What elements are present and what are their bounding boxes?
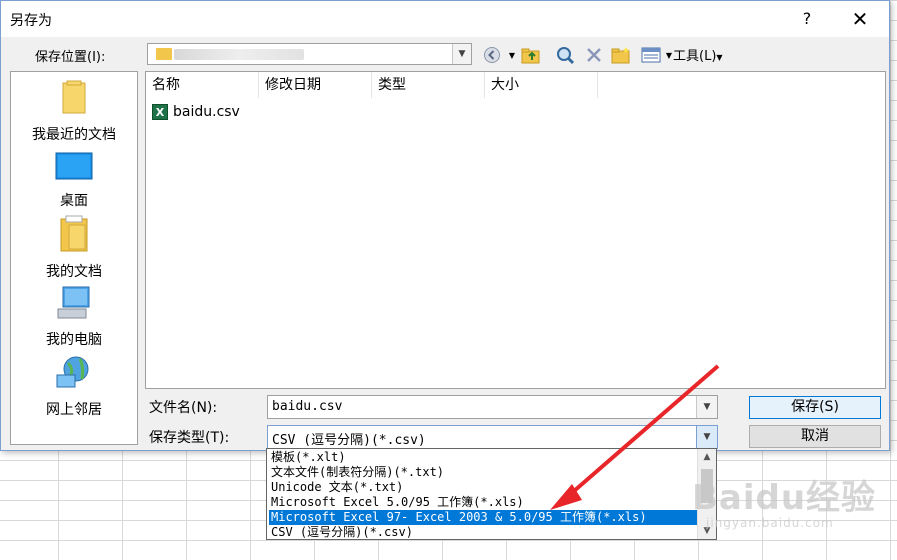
chevron-down-icon[interactable]: ▼ bbox=[696, 426, 717, 448]
cancel-button[interactable]: 取消 bbox=[749, 425, 881, 448]
filetype-dropdown-list: 模板(*.xlt) 文本文件(制表符分隔)(*.txt) Unicode 文本(… bbox=[266, 448, 717, 540]
title-bar: 另存为 ? ✕ bbox=[1, 1, 889, 37]
help-button[interactable]: ? bbox=[791, 5, 823, 33]
filetype-option[interactable]: Unicode 文本(*.txt) bbox=[269, 480, 407, 495]
column-header-type[interactable]: 类型 bbox=[372, 72, 485, 98]
filename-label: 文件名(N): bbox=[149, 400, 218, 416]
new-folder-icon[interactable] bbox=[609, 45, 633, 65]
place-label: 网上邻居 bbox=[46, 402, 102, 418]
filetype-option[interactable]: CSV (逗号分隔)(*.csv) bbox=[269, 525, 417, 539]
filetype-option[interactable]: 模板(*.xlt) bbox=[269, 450, 350, 465]
place-desktop[interactable]: 桌面 bbox=[11, 152, 137, 210]
place-label: 我最近的文档 bbox=[32, 127, 116, 143]
delete-icon[interactable] bbox=[583, 45, 605, 65]
file-row[interactable]: X baidu.csv bbox=[152, 104, 240, 120]
file-list[interactable]: 名称 修改日期 类型 大小 X baidu.csv bbox=[145, 71, 886, 389]
file-name: baidu.csv bbox=[173, 104, 240, 120]
tools-menu[interactable]: 工具(L)▼ bbox=[673, 45, 723, 64]
place-network[interactable]: 网上邻居 bbox=[11, 355, 137, 419]
filetype-select[interactable]: CSV (逗号分隔)(*.csv) ▼ bbox=[267, 425, 718, 449]
chevron-down-icon[interactable]: ▼ bbox=[452, 44, 471, 64]
save-location-combo[interactable]: ▼ bbox=[147, 43, 472, 65]
save-button[interactable]: 保存(S) bbox=[749, 396, 881, 419]
baidu-watermark: Baidu经验 jingyan.baidu.com bbox=[692, 470, 892, 540]
documents-folder-icon bbox=[60, 215, 88, 252]
filetype-label: 保存类型(T): bbox=[149, 430, 230, 446]
filetype-option[interactable]: 文本文件(制表符分隔)(*.txt) bbox=[269, 465, 448, 480]
back-icon[interactable] bbox=[481, 45, 503, 65]
views-dropdown-icon[interactable]: ▼ bbox=[665, 45, 673, 65]
views-icon[interactable] bbox=[639, 45, 663, 65]
column-header-modified[interactable]: 修改日期 bbox=[259, 72, 372, 98]
filename-input[interactable]: baidu.csv ▼ bbox=[267, 395, 718, 419]
back-dropdown-icon[interactable]: ▼ bbox=[507, 45, 517, 65]
filetype-value: CSV (逗号分隔)(*.csv) bbox=[272, 433, 426, 448]
column-header-size[interactable]: 大小 bbox=[485, 72, 598, 98]
network-icon bbox=[56, 356, 89, 388]
place-label: 桌面 bbox=[60, 193, 88, 209]
place-label: 我的电脑 bbox=[46, 332, 102, 348]
place-computer[interactable]: 我的电脑 bbox=[11, 285, 137, 349]
chevron-down-icon[interactable]: ▼ bbox=[696, 396, 717, 418]
column-header-name[interactable]: 名称 bbox=[146, 72, 259, 98]
close-button[interactable]: ✕ bbox=[844, 5, 876, 33]
computer-icon bbox=[57, 286, 90, 319]
excel-csv-icon: X bbox=[152, 104, 168, 120]
dialog-title: 另存为 bbox=[10, 13, 52, 29]
save-location-label: 保存位置(I): bbox=[35, 50, 106, 65]
filename-value: baidu.csv bbox=[272, 399, 343, 414]
tools-dropdown-icon: ▼ bbox=[716, 53, 723, 62]
places-bar: 我最近的文档 桌面 我的文档 我的电脑 网上邻居 bbox=[10, 71, 138, 445]
watermark-text: Baidu经验 bbox=[692, 478, 877, 518]
filetype-option[interactable]: Microsoft Excel 5.0/95 工作簿(*.xls) bbox=[269, 495, 528, 510]
place-documents[interactable]: 我的文档 bbox=[11, 215, 137, 281]
watermark-url: jingyan.baidu.com bbox=[706, 516, 834, 530]
recent-folder-icon bbox=[62, 80, 86, 114]
place-recent[interactable]: 我最近的文档 bbox=[11, 80, 137, 144]
location-path-blurred bbox=[174, 49, 304, 60]
tools-menu-label: 工具(L) bbox=[673, 49, 717, 64]
search-web-icon[interactable] bbox=[553, 45, 577, 65]
desktop-icon bbox=[55, 152, 93, 180]
filetype-option-selected[interactable]: Microsoft Excel 97- Excel 2003 & 5.0/95 … bbox=[269, 510, 697, 525]
save-as-dialog: 另存为 ? ✕ 保存位置(I): ▼ ▼ ▼ 工具(L)▼ 我最近的文档 桌面 bbox=[0, 0, 890, 451]
place-label: 我的文档 bbox=[46, 264, 102, 280]
scroll-up-icon[interactable]: ▲ bbox=[698, 449, 716, 465]
up-folder-icon[interactable] bbox=[519, 45, 543, 65]
folder-icon bbox=[156, 48, 172, 60]
